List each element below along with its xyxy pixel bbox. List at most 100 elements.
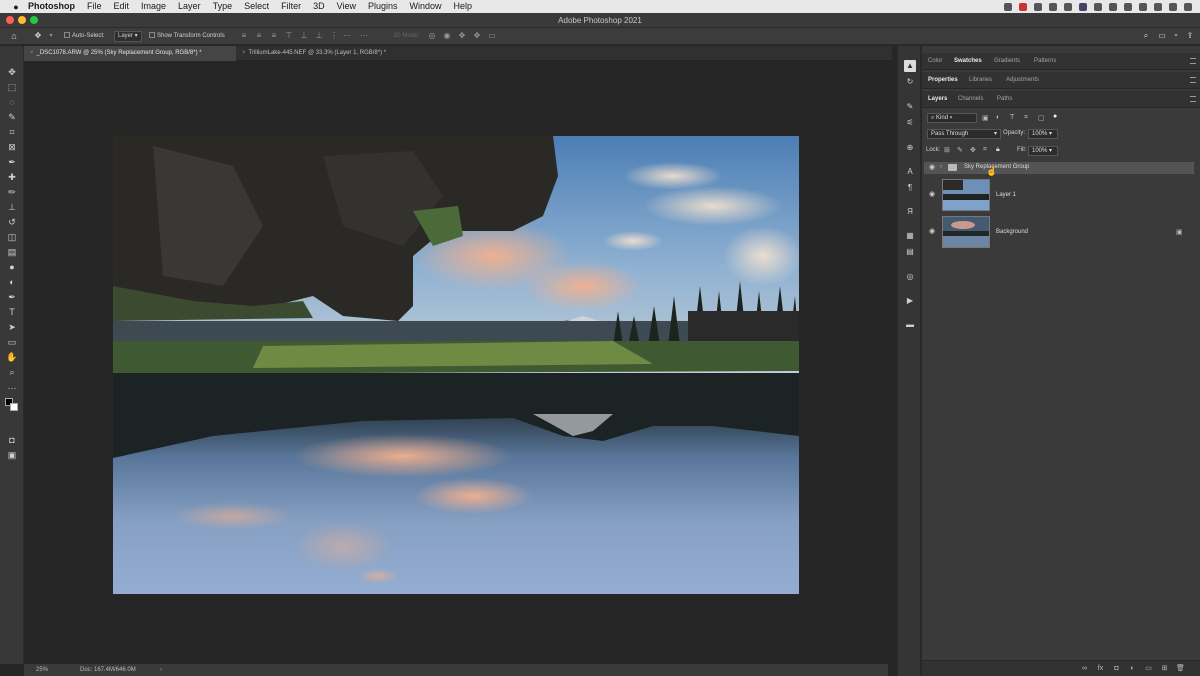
- quick-select-tool-icon[interactable]: ✎: [6, 111, 18, 123]
- sliders-icon[interactable]: ⚟: [904, 117, 916, 129]
- filter-smart-object-icon[interactable]: ▢: [1038, 114, 1045, 122]
- visibility-eye-icon[interactable]: ◉: [928, 190, 936, 198]
- menu-file[interactable]: File: [81, 0, 108, 13]
- navigator-icon[interactable]: ◎: [904, 271, 916, 283]
- tab-color[interactable]: Color: [928, 53, 942, 70]
- doc-info[interactable]: Doc: 167.4M/646.0M: [80, 664, 136, 676]
- chevron-right-icon[interactable]: ›: [160, 664, 162, 676]
- tab-paths[interactable]: Paths: [997, 91, 1012, 108]
- learn-icon[interactable]: ▲: [904, 60, 916, 72]
- 3d-scale-icon[interactable]: ▭: [488, 32, 496, 40]
- bluetooth-icon[interactable]: [1094, 2, 1102, 11]
- notes-icon[interactable]: ▤: [904, 246, 916, 258]
- display-icon[interactable]: [1049, 2, 1057, 11]
- lock-pixels-icon[interactable]: ✎: [957, 146, 963, 154]
- filter-adjustment-icon[interactable]: ◐: [996, 114, 1000, 121]
- adjustment-layer-icon[interactable]: ◐: [1128, 664, 1137, 673]
- 3d-slide-icon[interactable]: ✥: [473, 32, 481, 40]
- menu-app-name[interactable]: Photoshop: [22, 0, 81, 13]
- eraser-tool-icon[interactable]: ◫: [6, 231, 18, 243]
- align-bottom-icon[interactable]: ⊥: [315, 32, 323, 40]
- quick-mask-icon[interactable]: ◘: [6, 434, 18, 446]
- paragraph-icon[interactable]: ¶: [904, 182, 916, 194]
- crop-tool-icon[interactable]: ⌗: [6, 126, 18, 138]
- clone-source-icon[interactable]: ⊕: [904, 142, 916, 154]
- fill-input[interactable]: 100% ▾: [1028, 146, 1058, 156]
- filter-toggle-icon[interactable]: ●: [1053, 113, 1057, 120]
- background-color-swatch[interactable]: [10, 403, 18, 411]
- healing-brush-icon[interactable]: ✚: [6, 171, 18, 183]
- tab-gradients[interactable]: Gradients: [994, 53, 1020, 70]
- tab-document-1[interactable]: × _DSC1078.ARW @ 25% (Sky Replacement Gro…: [24, 46, 236, 61]
- chevron-right-icon[interactable]: ›: [940, 164, 942, 170]
- app-icon[interactable]: [1079, 2, 1087, 11]
- menu-select[interactable]: Select: [238, 0, 275, 13]
- 3d-pan-icon[interactable]: ✥: [458, 32, 466, 40]
- lasso-tool-icon[interactable]: ◌: [6, 96, 18, 108]
- trash-icon[interactable]: 🗑︎: [1176, 664, 1185, 673]
- tool-presets-icon[interactable]: ▬: [904, 319, 916, 331]
- 3d-orbit-icon[interactable]: ◎: [428, 32, 436, 40]
- lock-position-icon[interactable]: ✥: [970, 146, 976, 154]
- tab-properties[interactable]: Properties: [928, 72, 958, 89]
- visibility-eye-icon[interactable]: ◉: [928, 163, 936, 171]
- show-transform-checkbox[interactable]: Show Transform Controls: [149, 28, 225, 45]
- add-mask-icon[interactable]: ◘: [1112, 664, 1121, 673]
- hand-tool-icon[interactable]: ✋: [6, 351, 18, 363]
- character-icon[interactable]: A: [904, 166, 916, 178]
- dropbox-icon[interactable]: [1064, 2, 1072, 11]
- distribute-horizontal-icon[interactable]: ⋯: [343, 32, 351, 40]
- tab-libraries[interactable]: Libraries: [969, 72, 992, 89]
- distribute-icon[interactable]: ⋮: [330, 32, 338, 40]
- wifi-icon[interactable]: [1124, 2, 1132, 11]
- menu-image[interactable]: Image: [135, 0, 172, 13]
- workspace-icon[interactable]: ▭: [1158, 32, 1166, 40]
- align-center-icon[interactable]: ≡: [255, 32, 263, 40]
- more-tools-icon[interactable]: ···: [6, 382, 18, 394]
- align-right-icon[interactable]: ≡: [270, 32, 278, 40]
- apple-icon[interactable]: ●: [10, 2, 22, 12]
- close-tab-icon[interactable]: ×: [242, 50, 246, 56]
- new-group-icon[interactable]: ▭: [1144, 664, 1153, 673]
- link-layers-icon[interactable]: ∞: [1080, 664, 1089, 673]
- message-icon[interactable]: [1034, 2, 1042, 11]
- filter-shape-icon[interactable]: ⌗: [1024, 114, 1028, 122]
- brush-tool-icon[interactable]: ✏: [6, 186, 18, 198]
- document-image[interactable]: [113, 136, 799, 594]
- layer-name[interactable]: Layer 1: [996, 192, 1016, 198]
- cloud-icon[interactable]: [1004, 2, 1012, 11]
- dodge-tool-icon[interactable]: ◐: [6, 276, 18, 288]
- menu-window[interactable]: Window: [404, 0, 448, 13]
- filter-kind-dropdown[interactable]: ⌕ Kind ▾: [927, 113, 977, 123]
- visibility-eye-icon[interactable]: ◉: [928, 227, 936, 235]
- filter-pixel-icon[interactable]: ▣: [982, 114, 989, 122]
- layer-name[interactable]: Background: [996, 229, 1028, 235]
- tab-document-2[interactable]: × TrilliumLake-445.NEF @ 33.3% (Layer 1, …: [236, 46, 436, 61]
- zoom-tool-icon[interactable]: ⌕: [6, 366, 18, 378]
- auto-select-checkbox[interactable]: Auto-Select:: [64, 28, 105, 45]
- menu-layer[interactable]: Layer: [172, 0, 207, 13]
- gradient-tool-icon[interactable]: ▤: [6, 246, 18, 258]
- panel-menu-icon[interactable]: [1190, 96, 1196, 102]
- clone-stamp-icon[interactable]: ⊥: [6, 201, 18, 213]
- pen-tool-icon[interactable]: ✒: [6, 291, 18, 303]
- menu-edit[interactable]: Edit: [108, 0, 136, 13]
- screen-mode-icon[interactable]: ▣: [6, 449, 18, 461]
- airplay-icon[interactable]: [1139, 2, 1147, 11]
- more-options-icon[interactable]: ···: [360, 32, 368, 40]
- align-middle-icon[interactable]: ⊥: [300, 32, 308, 40]
- opacity-input[interactable]: 100% ▾: [1028, 129, 1058, 139]
- share-icon[interactable]: ⇪: [1186, 32, 1194, 40]
- close-tab-icon[interactable]: ×: [30, 50, 34, 56]
- filter-type-icon[interactable]: T: [1010, 114, 1014, 121]
- canvas-area[interactable]: [24, 62, 888, 664]
- auto-select-dropdown[interactable]: Layer ▾: [114, 28, 142, 45]
- tab-adjustments[interactable]: Adjustments: [1006, 72, 1039, 89]
- tab-channels[interactable]: Channels: [958, 91, 983, 108]
- align-left-icon[interactable]: ≡: [240, 32, 248, 40]
- blend-mode-dropdown[interactable]: Pass Through ▾: [927, 129, 1001, 139]
- eyedropper-tool-icon[interactable]: ✒: [6, 156, 18, 168]
- rectangle-tool-icon[interactable]: ▭: [6, 336, 18, 348]
- menu-help[interactable]: Help: [448, 0, 479, 13]
- panel-menu-icon[interactable]: [1190, 77, 1196, 83]
